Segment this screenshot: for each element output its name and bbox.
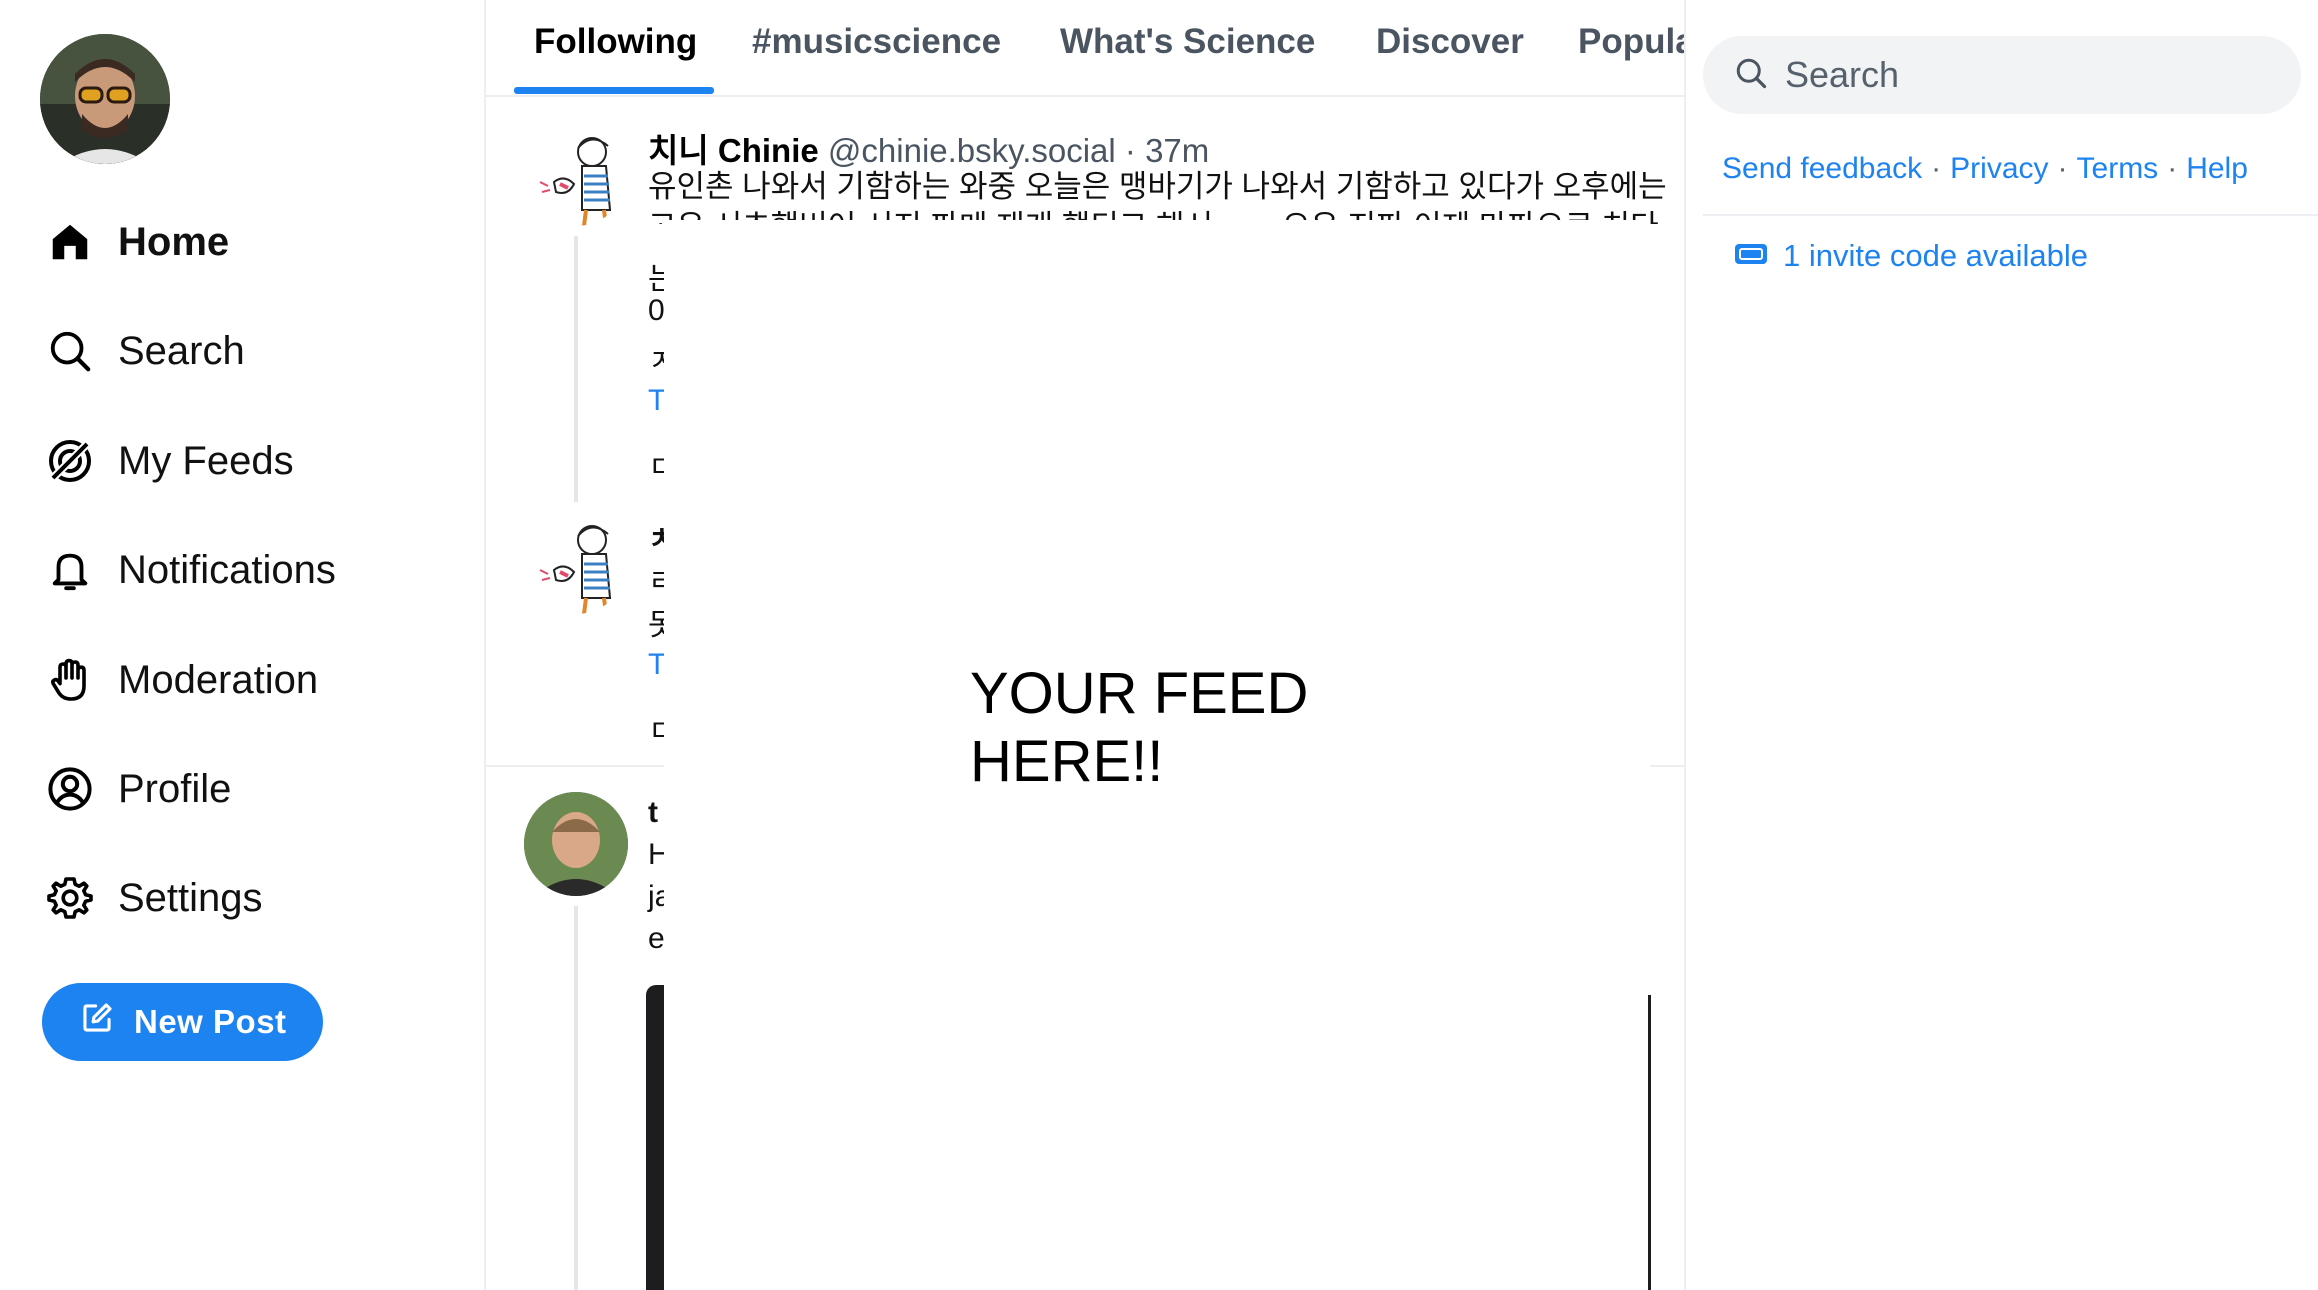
separator-dot: · [1931,152,1942,185]
clipped-text: e [648,922,665,955]
nav-my-feeds-label: My Feeds [118,438,294,483]
right-column-divider [1703,214,2318,216]
help-link[interactable]: Help [2186,152,2248,185]
search-icon [1733,55,1769,96]
new-post-button[interactable]: New Post [42,983,323,1061]
post-handle[interactable]: @chinie.bsky.social [828,132,1116,169]
nav-notifications[interactable]: Notifications [44,538,336,602]
privacy-link[interactable]: Privacy [1950,152,2048,185]
post-time: · 37m [1124,132,1210,169]
separator-dot: · [2167,152,2178,185]
tab-whats-science[interactable]: What's Science [1060,22,1315,62]
nav-profile[interactable]: Profile [44,757,231,821]
post-image-edge[interactable] [646,985,666,1290]
feeds-icon [44,435,96,487]
search-icon [44,325,96,377]
nav-home-label: Home [118,219,230,264]
left-sidebar: Home Search My Feeds Notifications Moder… [0,0,484,1290]
placeholder-line-1: YOUR FEED [970,661,1309,726]
nav-settings[interactable]: Settings [44,866,263,930]
search-placeholder: Search [1785,54,1900,95]
nav-search-label: Search [118,328,245,373]
search-input[interactable]: Search [1703,36,2301,114]
bell-icon [44,544,96,596]
clipped-text: t [648,796,658,829]
nav-home[interactable]: Home [44,210,229,274]
nav-my-feeds[interactable]: My Feeds [44,429,294,493]
feed-tab-bar: Following #musicscience What's Science D… [486,0,1684,97]
compose-icon [80,1001,114,1043]
feed-placeholder-text: YOUR FEED HERE!! [970,660,1370,796]
post-avatar[interactable] [524,510,628,614]
active-tab-indicator [514,87,714,94]
placeholder-line-2: HERE!! [970,729,1164,794]
post-display-name[interactable]: 치니 Chinie [648,132,819,169]
nav-moderation[interactable]: Moderation [44,648,318,712]
invite-codes-label: 1 invite code available [1783,238,2089,273]
nav-settings-label: Settings [118,875,263,920]
user-circle-icon [44,763,96,815]
post-text: 유인촌 나와서 기함하는 와중 오늘은 맹바기가 나와서 기함하고 있다가 오후… [648,169,1667,204]
footer-links: Send feedback · Privacy · Terms · Help [1722,152,2248,186]
terms-link[interactable]: Terms [2077,152,2159,185]
gear-icon [44,872,96,924]
post-image-edge [1648,995,1651,1290]
new-post-label: New Post [134,1003,287,1040]
tab-discover[interactable]: Discover [1376,22,1524,62]
tab-musicscience[interactable]: #musicscience [752,22,1001,62]
user-avatar[interactable] [40,34,170,164]
nav-notifications-label: Notifications [118,547,336,592]
thread-line [574,236,578,502]
post-avatar[interactable] [524,122,628,226]
send-feedback-link[interactable]: Send feedback [1722,152,1922,185]
tab-popular[interactable]: Popula [1578,22,1684,62]
home-icon [44,216,96,268]
nav-moderation-label: Moderation [118,657,319,702]
invite-codes-button[interactable]: 1 invite code available [1733,238,2088,274]
ticket-icon [1733,241,1769,272]
nav-profile-label: Profile [118,766,232,811]
clipped-text: 0 [648,294,665,327]
feed-placeholder-overlay: YOUR FEED HERE!! [664,220,1650,1290]
hand-icon [44,654,96,706]
separator-dot: · [2057,152,2068,185]
post-avatar[interactable] [524,792,628,896]
thread-line [574,906,578,1290]
tab-following[interactable]: Following [534,22,697,62]
post-author[interactable]: 치니 Chinie @chinie.bsky.social · 37m [648,124,1209,172]
nav-search[interactable]: Search [44,319,245,383]
